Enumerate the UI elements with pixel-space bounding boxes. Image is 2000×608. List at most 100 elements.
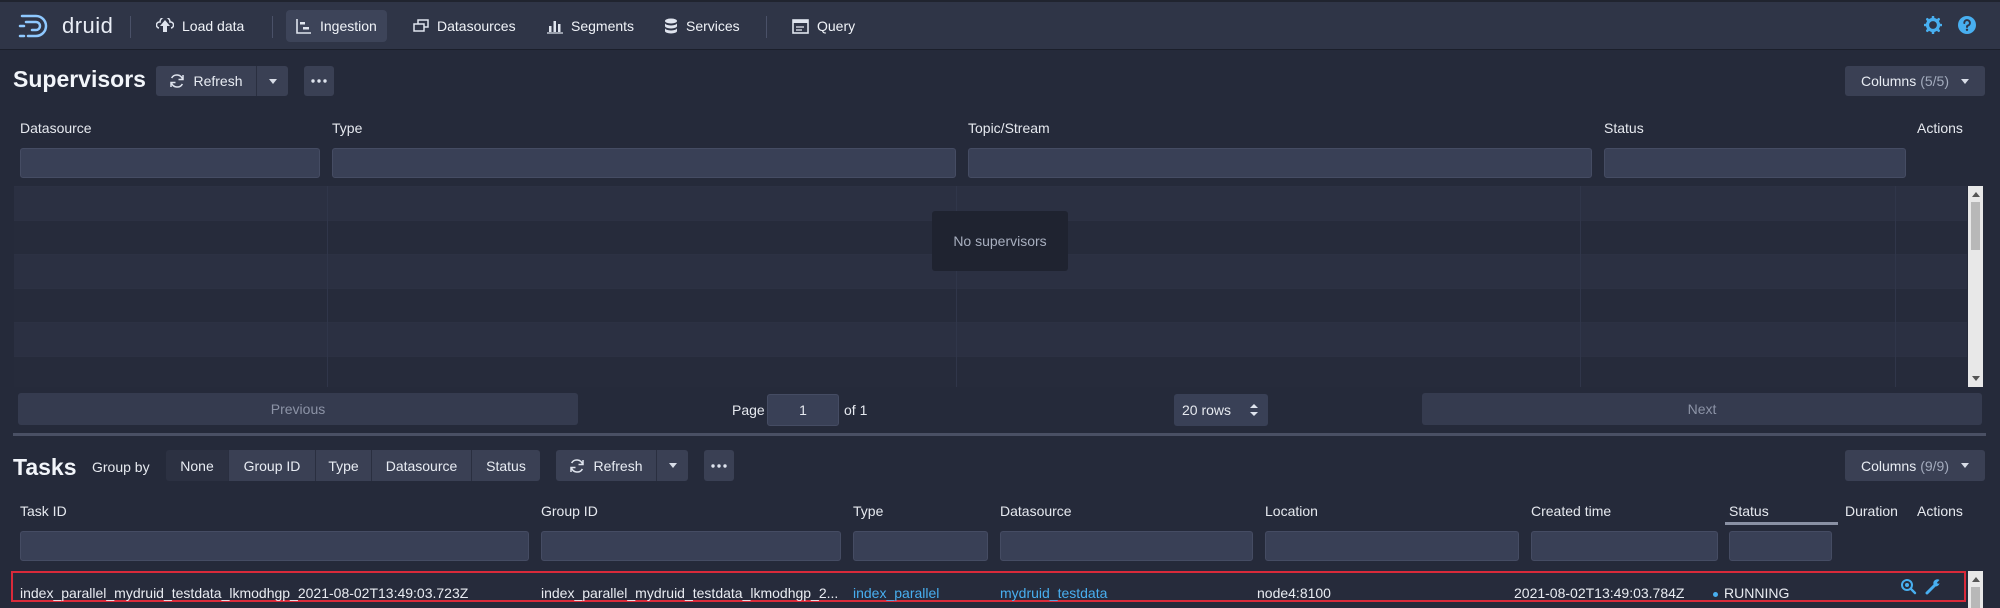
header-status[interactable]: Status xyxy=(1729,503,1769,519)
group-by-status-button[interactable]: Status xyxy=(471,450,540,481)
nav-datasources[interactable]: Datasources xyxy=(403,10,526,42)
tasks-refresh-button[interactable]: Refresh xyxy=(556,450,656,481)
columns-label: Columns xyxy=(1860,457,1917,474)
filter-status-input[interactable] xyxy=(1604,148,1906,178)
filter-topic-stream-input[interactable] xyxy=(968,148,1592,178)
header-location[interactable]: Location xyxy=(1265,503,1318,519)
header-duration[interactable]: Duration xyxy=(1845,503,1898,519)
header-task-id[interactable]: Task ID xyxy=(20,503,67,519)
nav-segments-label: Segments xyxy=(571,18,635,34)
supervisors-scrollbar[interactable] xyxy=(1968,186,1983,387)
gear-icon[interactable] xyxy=(1924,16,1942,34)
group-by-label: Group by xyxy=(92,459,150,475)
rows-per-page-value: 20 rows xyxy=(1182,402,1232,418)
group-by-datasource-button[interactable]: Datasource xyxy=(371,450,471,481)
group-by-group-id-button[interactable]: Group ID xyxy=(228,450,315,481)
scroll-up-icon[interactable] xyxy=(1972,192,1980,197)
filter-type-input[interactable] xyxy=(853,531,988,561)
more-icon xyxy=(711,463,727,468)
datasource-link[interactable]: mydruid_testdata xyxy=(1000,585,1107,601)
scroll-down-icon[interactable] xyxy=(1972,376,1980,381)
tasks-refresh-dropdown[interactable] xyxy=(656,450,688,481)
next-page-button[interactable]: Next xyxy=(1422,393,1982,425)
scroll-up-icon[interactable] xyxy=(1972,577,1980,582)
page-number-input[interactable]: 1 xyxy=(767,394,839,426)
scroll-thumb[interactable] xyxy=(1971,202,1980,250)
status-text: RUNNING xyxy=(1724,585,1790,601)
supervisors-refresh-dropdown[interactable] xyxy=(256,66,288,96)
nav-segments[interactable]: Segments xyxy=(537,10,644,42)
supervisors-columns-button[interactable]: Columns (5/5) xyxy=(1845,66,1985,96)
header-type[interactable]: Type xyxy=(853,503,883,519)
group-by-none-button[interactable]: None xyxy=(166,450,228,481)
supervisors-refresh-group: Refresh xyxy=(156,66,288,96)
druid-logo[interactable]: druid xyxy=(18,10,113,42)
top-navbar: druid Load data Ingestion Datasources Se… xyxy=(0,0,2000,49)
filter-datasource-input[interactable] xyxy=(20,148,320,178)
group-by-type-button[interactable]: Type xyxy=(315,450,371,481)
status-cell: RUNNING xyxy=(1713,585,1789,601)
columns-label: Columns xyxy=(1860,73,1917,89)
header-created-time[interactable]: Created time xyxy=(1531,503,1611,519)
header-actions: Actions xyxy=(1917,503,1963,519)
refresh-icon xyxy=(570,458,585,473)
search-icon[interactable] xyxy=(1900,578,1917,595)
refresh-icon xyxy=(170,74,185,88)
nav-divider xyxy=(272,16,273,38)
nav-ingestion-label: Ingestion xyxy=(320,18,377,34)
nav-divider xyxy=(130,16,131,38)
location-cell: node4:8100 xyxy=(1257,585,1331,601)
column-divider xyxy=(1895,186,1896,387)
stacked-chart-icon xyxy=(547,21,563,34)
header-status[interactable]: Status xyxy=(1604,120,1644,136)
header-topic-stream[interactable]: Topic/Stream xyxy=(968,120,1050,136)
filter-datasource-input[interactable] xyxy=(1000,531,1253,561)
type-link[interactable]: index_parallel xyxy=(853,585,939,601)
tasks-more-button[interactable] xyxy=(704,450,734,481)
filter-group-id-input[interactable] xyxy=(541,531,841,561)
double-caret-icon xyxy=(1250,404,1258,416)
page-label: Page xyxy=(732,402,765,418)
filter-task-id-input[interactable] xyxy=(20,531,529,561)
filter-created-time-input[interactable] xyxy=(1531,531,1718,561)
column-divider xyxy=(327,186,328,387)
nav-query[interactable]: Query xyxy=(782,10,865,42)
nav-query-label: Query xyxy=(817,18,856,34)
supervisors-title: Supervisors xyxy=(13,66,146,92)
nav-divider xyxy=(766,16,767,38)
rows-per-page-select[interactable]: 20 rows xyxy=(1174,394,1268,426)
nav-datasources-label: Datasources xyxy=(437,18,516,34)
nav-load-data[interactable]: Load data xyxy=(146,10,254,42)
header-datasource[interactable]: Datasource xyxy=(1000,503,1072,519)
caret-down-icon xyxy=(1961,78,1970,84)
previous-page-button[interactable]: Previous xyxy=(18,393,578,425)
filter-location-input[interactable] xyxy=(1265,531,1519,561)
tasks-scrollbar[interactable] xyxy=(1968,571,1983,608)
wrench-icon[interactable] xyxy=(1925,578,1942,595)
created-time-cell: 2021-08-02T13:49:03.784Z xyxy=(1514,585,1685,601)
supervisors-refresh-button[interactable]: Refresh xyxy=(156,66,256,96)
caret-down-icon xyxy=(268,78,277,84)
caret-down-icon xyxy=(668,463,677,468)
group-by-button-group: None Group ID Type Datasource Status xyxy=(166,450,540,481)
header-type[interactable]: Type xyxy=(332,120,362,136)
help-icon[interactable] xyxy=(1958,16,1976,34)
scroll-thumb[interactable] xyxy=(1971,587,1980,608)
nav-services-label: Services xyxy=(686,18,740,34)
tasks-refresh-group: Refresh xyxy=(556,450,688,481)
filter-status-input[interactable] xyxy=(1729,531,1832,561)
header-group-id[interactable]: Group ID xyxy=(541,503,598,519)
nav-services[interactable]: Services xyxy=(654,10,750,42)
caret-down-icon xyxy=(1961,463,1970,468)
cloud-upload-icon xyxy=(156,18,174,32)
nav-load-data-label: Load data xyxy=(182,18,245,34)
nav-ingestion[interactable]: Ingestion xyxy=(286,10,387,42)
gantt-chart-icon xyxy=(296,19,311,34)
tasks-columns-button[interactable]: Columns (9/9) xyxy=(1845,450,1985,481)
supervisors-more-button[interactable] xyxy=(304,66,334,96)
druid-logo-icon xyxy=(18,14,48,38)
database-icon xyxy=(665,18,677,33)
sort-indicator xyxy=(1725,522,1838,525)
filter-type-input[interactable] xyxy=(332,148,956,178)
header-datasource[interactable]: Datasource xyxy=(20,120,92,136)
